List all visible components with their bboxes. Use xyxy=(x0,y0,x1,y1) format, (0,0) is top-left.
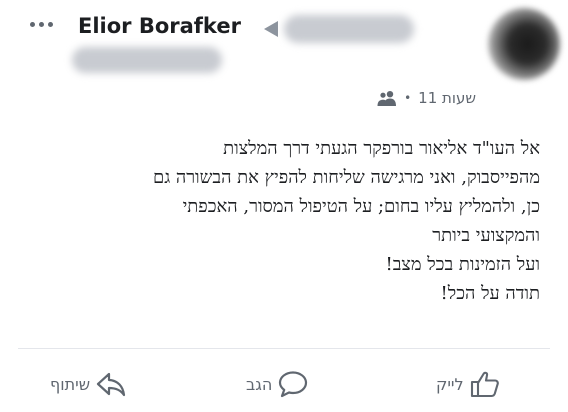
friends-icon xyxy=(377,90,397,106)
more-options-icon[interactable] xyxy=(30,12,62,36)
share-arrow-icon xyxy=(96,371,126,397)
blurred-subtitle xyxy=(72,47,222,73)
dot xyxy=(48,21,53,27)
post-text-line: ועל הזמינות בכל מצב! xyxy=(385,254,540,275)
dot xyxy=(30,21,35,27)
post-meta: 11 שעות • xyxy=(364,87,476,109)
post-text-line: מהפייסבוק, ואני מרגישה שליחות להפיץ את ה… xyxy=(152,167,540,188)
speech-bubble-icon xyxy=(278,370,308,398)
post-text-line: והמקצועי ביותר xyxy=(432,225,540,246)
share-button[interactable]: שיתוף xyxy=(50,366,126,402)
blurred-target-name xyxy=(284,15,414,43)
comment-button[interactable]: הגב xyxy=(246,366,308,402)
like-label: לייק xyxy=(436,374,464,394)
thumbs-up-icon xyxy=(470,370,500,398)
arrow-right-icon xyxy=(264,21,278,37)
avatar[interactable] xyxy=(488,8,560,80)
comment-label: הגב xyxy=(246,374,273,394)
divider xyxy=(18,348,550,349)
post-text: אל העו"ד אליאור בורפקר הגעתי דרך המלצות … xyxy=(24,134,540,308)
post-text-line: אל העו"ד אליאור בורפקר הגעתי דרך המלצות xyxy=(223,138,540,159)
post-time[interactable]: 11 שעות xyxy=(418,89,476,107)
meta-separator: • xyxy=(404,91,412,105)
dot xyxy=(39,21,44,27)
share-label: שיתוף xyxy=(50,374,91,394)
post-text-line: תודה על הכל! xyxy=(440,283,540,304)
author-name[interactable]: Elior Borafker xyxy=(78,14,241,38)
like-button[interactable]: לייק xyxy=(436,366,500,402)
post-text-line: כן, ולהמליץ עליו בחום; על הטיפול המסור, … xyxy=(182,196,540,217)
